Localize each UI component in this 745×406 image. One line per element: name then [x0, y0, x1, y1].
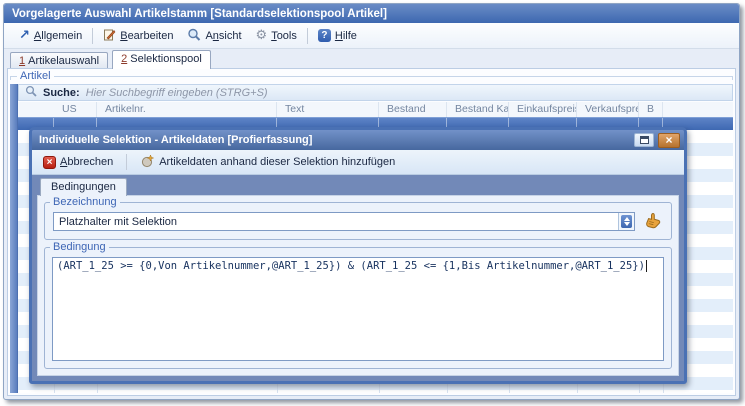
text-caret: [646, 260, 647, 272]
column-header-artikelnr[interactable]: Artikelnr.: [97, 102, 277, 117]
bedingung-text: (ART_1_25 >= {0,Von Artikelnummer,@ART_1…: [57, 260, 645, 272]
cancel-icon: ×: [43, 156, 56, 169]
table-header-row: US Artikelnr. Text Bestand Bestand Kalk.…: [18, 102, 733, 117]
gear-icon: ⚙: [256, 29, 268, 42]
column-header-einkaufspreis[interactable]: Einkaufspreis: [509, 102, 577, 117]
abbrechen-label: Abbrechen: [60, 156, 113, 168]
hand-icon[interactable]: [643, 211, 663, 231]
toolbar-separator: [126, 154, 127, 170]
column-header-text[interactable]: Text: [277, 102, 379, 117]
column-header-filler: [663, 102, 733, 117]
selection-dialog: Individuelle Selektion - Artikeldaten [P…: [29, 127, 687, 384]
dialog-window-buttons: ×: [634, 133, 680, 148]
menu-bearbeiten[interactable]: Bearbeiten: [96, 25, 180, 47]
restore-button[interactable]: [634, 133, 654, 147]
close-button[interactable]: ×: [658, 133, 680, 148]
help-icon: ?: [318, 29, 331, 42]
tab-selektionspool[interactable]: 2Selektionspool: [112, 50, 211, 69]
bezeichnung-label: Bezeichnung: [50, 196, 120, 208]
table-left-gutter: [10, 84, 18, 393]
tab-artikelauswahl[interactable]: 1Artikelauswahl: [10, 52, 108, 69]
window-titlebar: Vorgelagerte Auswahl Artikelstamm [Stand…: [4, 4, 739, 23]
menu-tools[interactable]: ⚙ Tools: [249, 26, 304, 45]
add-selection-button[interactable]: Artikeldaten anhand dieser Selektion hin…: [136, 152, 399, 173]
window-title: Vorgelagerte Auswahl Artikelstamm [Stand…: [12, 8, 387, 20]
menu-ansicht-label: Ansicht: [205, 30, 241, 42]
close-icon: ×: [665, 135, 672, 145]
menu-allgemein[interactable]: ↗ Allgemein: [12, 26, 89, 45]
menu-hilfe[interactable]: ? Hilfe: [311, 26, 364, 45]
tab-bedingungen[interactable]: Bedingungen: [40, 178, 127, 196]
column-header-b[interactable]: B: [639, 102, 663, 117]
menu-bearbeiten-label: Bearbeiten: [120, 30, 173, 42]
menu-tools-label: Tools: [271, 30, 297, 42]
add-selection-icon: [140, 154, 155, 171]
abbrechen-button[interactable]: × Abbrechen: [39, 154, 117, 171]
menu-separator: [92, 28, 93, 44]
search-placeholder: Hier Suchbegriff eingeben (STRG+S): [86, 87, 268, 99]
diagonal-arrow-icon: ↗: [19, 29, 30, 42]
column-header-verkaufspreis[interactable]: Verkaufspreis: [577, 102, 639, 117]
groupbox-border: [10, 76, 733, 80]
app-window: Vorgelagerte Auswahl Artikelstamm [Stand…: [3, 3, 740, 400]
menu-ansicht[interactable]: Ansicht: [180, 25, 248, 47]
col-gutter: [18, 102, 54, 117]
add-selection-label: Artikeldaten anhand dieser Selektion hin…: [159, 156, 395, 168]
dialog-titlebar[interactable]: Individuelle Selektion - Artikeldaten [P…: [32, 130, 684, 150]
dialog-title: Individuelle Selektion - Artikeldaten [P…: [39, 134, 312, 146]
edit-icon: [103, 28, 116, 44]
column-header-bestand-kalk[interactable]: Bestand Kalk.: [447, 102, 509, 117]
restore-icon: [640, 136, 649, 144]
bedingung-label: Bedingung: [50, 241, 109, 253]
dialog-toolbar: × Abbrechen Artikeldaten anhand dieser S…: [32, 150, 684, 175]
search-label: Suche:: [43, 87, 80, 99]
menu-allgemein-label: Allgemein: [34, 30, 82, 42]
tab-strip: 1Artikelauswahl 2Selektionspool: [4, 49, 739, 69]
dialog-body: Bedingungen Bezeichnung Platzhalter mit …: [32, 175, 684, 381]
menu-hilfe-label: Hilfe: [335, 30, 357, 42]
bedingungen-panel: Bezeichnung Platzhalter mit Selektion Be…: [37, 195, 679, 376]
bedingung-editor[interactable]: (ART_1_25 >= {0,Von Artikelnummer,@ART_1…: [52, 257, 664, 361]
combobox-value: Platzhalter mit Selektion: [54, 216, 618, 228]
spinner-arrows-icon: [621, 215, 632, 228]
menu-bar: ↗ Allgemein Bearbeiten Ansicht ⚙ Tools ?…: [4, 23, 739, 49]
groupbox-label: Artikel: [17, 70, 54, 82]
search-icon: [25, 85, 37, 100]
bedingung-group: Bedingung (ART_1_25 >= {0,Von Artikelnum…: [44, 247, 672, 369]
magnifier-icon: [187, 28, 201, 44]
menu-separator: [307, 28, 308, 44]
combobox-dropdown-button[interactable]: [618, 213, 634, 230]
bezeichnung-combobox[interactable]: Platzhalter mit Selektion: [53, 212, 635, 231]
search-input[interactable]: Suche: Hier Suchbegriff eingeben (STRG+S…: [18, 84, 733, 101]
bezeichnung-group: Bezeichnung Platzhalter mit Selektion: [44, 202, 672, 240]
column-header-us[interactable]: US: [54, 102, 97, 117]
column-header-bestand[interactable]: Bestand: [379, 102, 447, 117]
